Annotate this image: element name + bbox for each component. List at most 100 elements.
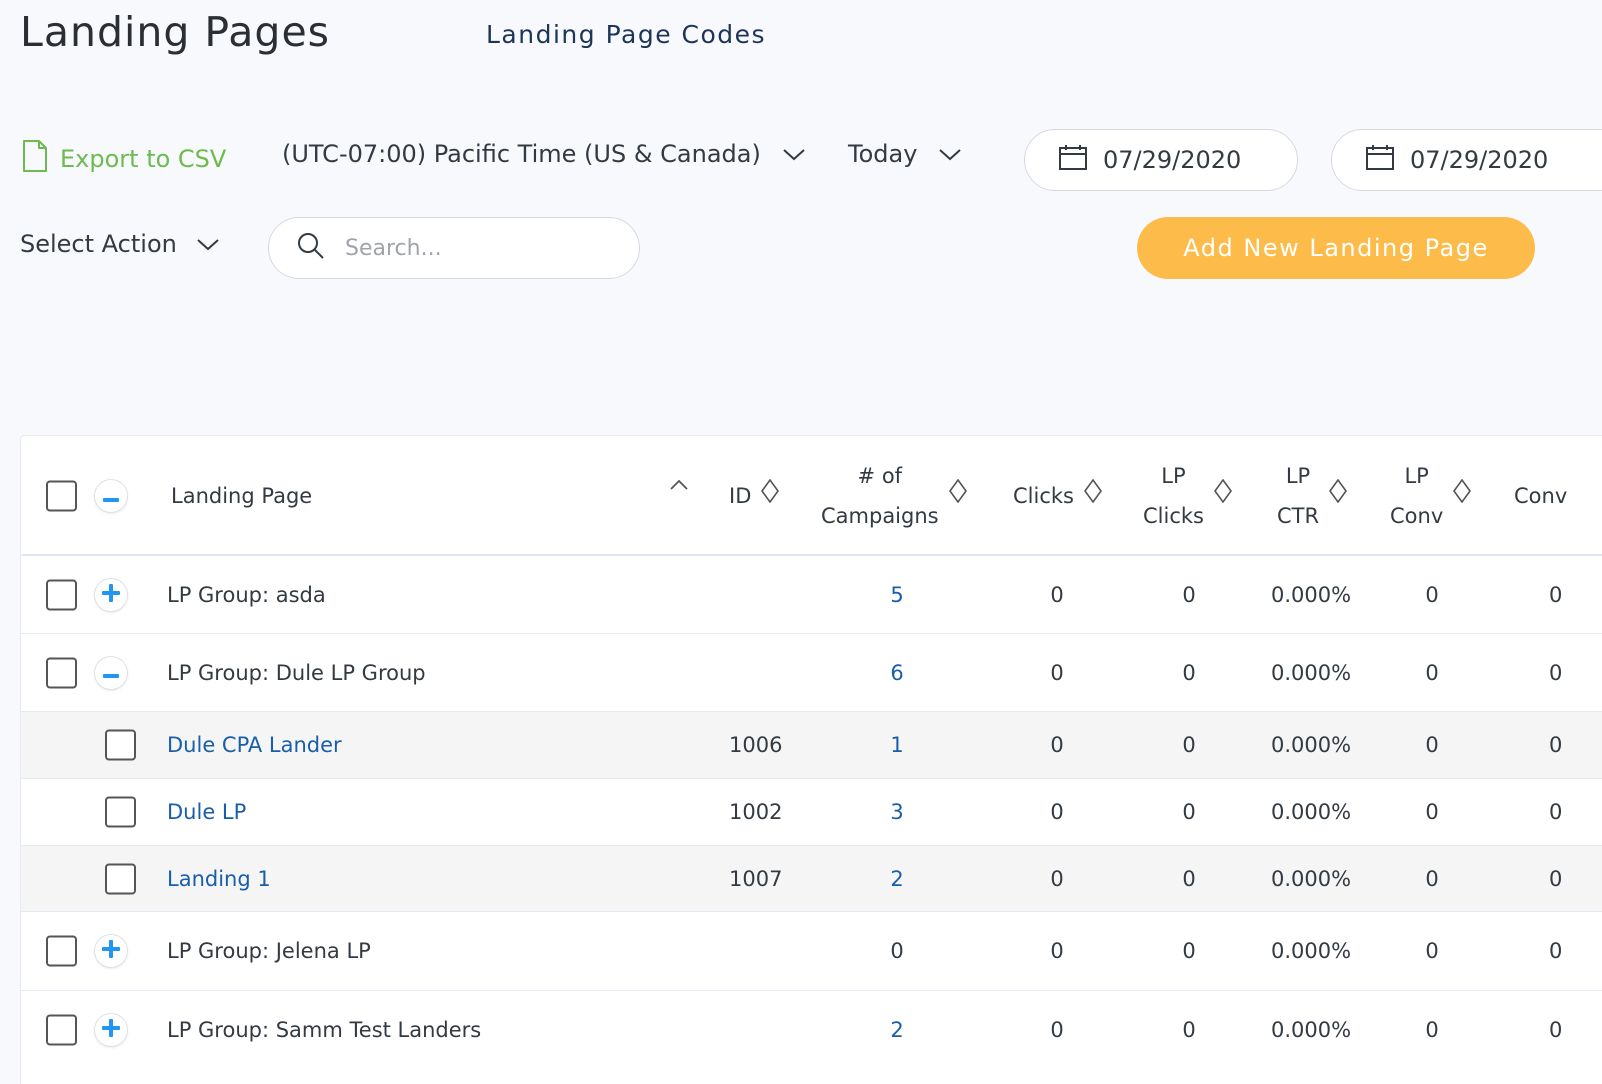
chevron-down-icon bbox=[783, 140, 805, 168]
sort-asc-icon[interactable] bbox=[669, 478, 689, 490]
select-action-dropdown[interactable]: Select Action bbox=[20, 230, 219, 258]
conv: 0 bbox=[1549, 866, 1563, 891]
conv: 0 bbox=[1549, 800, 1563, 824]
sort-icon bbox=[1213, 476, 1232, 516]
column-header-lp-ctr[interactable]: LP CTR bbox=[1277, 456, 1348, 536]
column-header-conv[interactable]: Conv bbox=[1514, 476, 1567, 516]
table-row[interactable]: LP Group: Jelena LP 0 0 0 0.000% 0 0 bbox=[21, 912, 1602, 991]
export-label: Export to CSV bbox=[60, 145, 227, 173]
timezone-value: (UTC-07:00) Pacific Time (US & Canada) bbox=[282, 140, 761, 168]
conv: 0 bbox=[1549, 660, 1563, 685]
landing-page-id: 1006 bbox=[729, 733, 783, 757]
campaigns-count[interactable]: 5 bbox=[857, 583, 937, 607]
lp-ctr: 0.000% bbox=[1271, 800, 1352, 824]
column-header-clicks[interactable]: Clicks bbox=[1013, 476, 1102, 516]
search-input[interactable] bbox=[345, 235, 615, 261]
table-row[interactable]: LP Group: asda 5 0 0 0.000% 0 0 bbox=[21, 556, 1602, 634]
row-checkbox[interactable] bbox=[105, 729, 136, 761]
campaigns-count[interactable]: 6 bbox=[857, 661, 937, 685]
campaigns-count[interactable]: 1 bbox=[857, 733, 937, 757]
campaigns-count[interactable]: 2 bbox=[857, 867, 937, 891]
date-from-value: 07/29/2020 bbox=[1103, 146, 1242, 174]
campaigns-count: 0 bbox=[890, 939, 904, 963]
date-to-picker[interactable]: 07/29/2020 bbox=[1331, 129, 1602, 191]
lp-clicks: 0 bbox=[1182, 733, 1196, 757]
lp-clicks: 0 bbox=[1182, 866, 1196, 891]
conv: 0 bbox=[1549, 939, 1563, 963]
lp-ctr: 0.000% bbox=[1271, 1018, 1352, 1042]
conv: 0 bbox=[1549, 582, 1563, 607]
select-action-label: Select Action bbox=[20, 230, 177, 258]
minus-icon bbox=[103, 663, 119, 682]
search-box[interactable] bbox=[268, 217, 640, 279]
table-row-child[interactable]: Landing 1 1007 2 0 0 0.000% 0 0 bbox=[21, 846, 1602, 912]
chevron-down-icon bbox=[197, 230, 219, 258]
row-checkbox[interactable] bbox=[105, 796, 136, 828]
date-range-dropdown[interactable]: Today bbox=[848, 140, 962, 168]
chevron-down-icon bbox=[939, 140, 962, 168]
clicks: 0 bbox=[1050, 582, 1064, 607]
column-header-lp-conv[interactable]: LP Conv bbox=[1390, 456, 1472, 536]
lp-ctr: 0.000% bbox=[1271, 582, 1352, 607]
lp-clicks: 0 bbox=[1182, 800, 1196, 824]
plus-icon bbox=[102, 1019, 120, 1041]
lp-conv: 0 bbox=[1425, 733, 1439, 757]
campaigns-count[interactable]: 2 bbox=[857, 1018, 937, 1042]
sort-icon bbox=[1453, 476, 1472, 516]
table-row-child[interactable]: Dule LP 1002 3 0 0 0.000% 0 0 bbox=[21, 779, 1602, 846]
lp-conv: 0 bbox=[1425, 582, 1439, 607]
plus-icon bbox=[102, 583, 120, 606]
expand-toggle[interactable] bbox=[95, 1014, 127, 1046]
export-csv-button[interactable]: Export to CSV bbox=[22, 140, 226, 178]
row-checkbox[interactable] bbox=[46, 579, 77, 610]
date-from-picker[interactable]: 07/29/2020 bbox=[1024, 129, 1298, 191]
lp-clicks: 0 bbox=[1182, 939, 1196, 963]
row-checkbox[interactable] bbox=[46, 935, 77, 967]
table-header: Landing Page ID # of Campaigns Clicks LP C… bbox=[21, 436, 1602, 556]
calendar-icon bbox=[1366, 144, 1394, 176]
timezone-dropdown[interactable]: (UTC-07:00) Pacific Time (US & Canada) bbox=[282, 140, 805, 168]
search-icon bbox=[297, 232, 325, 264]
landing-page-name: LP Group: Samm Test Landers bbox=[167, 1018, 482, 1042]
row-checkbox[interactable] bbox=[105, 863, 136, 894]
page-title: Landing Pages bbox=[20, 8, 331, 56]
lp-ctr: 0.000% bbox=[1271, 733, 1352, 757]
landing-page-name: LP Group: Dule LP Group bbox=[167, 660, 426, 685]
select-all-checkbox[interactable] bbox=[46, 480, 77, 512]
date-range-value: Today bbox=[848, 140, 918, 168]
expand-toggle[interactable] bbox=[95, 578, 127, 611]
campaigns-count[interactable]: 3 bbox=[857, 800, 937, 824]
lp-conv: 0 bbox=[1425, 939, 1439, 963]
table-row-child[interactable]: Dule CPA Lander 1006 1 0 0 0.000% 0 0 bbox=[21, 712, 1602, 779]
sort-icon bbox=[948, 476, 967, 516]
table-row[interactable]: LP Group: Dule LP Group 6 0 0 0.000% 0 0 bbox=[21, 634, 1602, 712]
lp-ctr: 0.000% bbox=[1271, 660, 1352, 685]
column-header-lp-clicks[interactable]: LP Clicks bbox=[1143, 456, 1232, 536]
row-checkbox[interactable] bbox=[46, 1014, 77, 1046]
landing-page-link[interactable]: Dule CPA Lander bbox=[167, 733, 342, 757]
clicks: 0 bbox=[1050, 733, 1064, 757]
landing-page-name: LP Group: Jelena LP bbox=[167, 939, 371, 963]
landing-page-link[interactable]: Dule LP bbox=[167, 800, 246, 824]
column-header-campaigns[interactable]: # of Campaigns bbox=[821, 456, 967, 536]
conv: 0 bbox=[1549, 733, 1563, 757]
expand-toggle[interactable] bbox=[95, 935, 127, 967]
landing-page-id: 1002 bbox=[729, 800, 783, 824]
sort-icon bbox=[761, 476, 780, 516]
landing-page-codes-link[interactable]: Landing Page Codes bbox=[486, 20, 766, 49]
date-to-value: 07/29/2020 bbox=[1410, 146, 1549, 174]
add-new-landing-page-button[interactable]: Add New Landing Page bbox=[1137, 217, 1535, 279]
lp-clicks: 0 bbox=[1182, 1018, 1196, 1042]
clicks: 0 bbox=[1050, 939, 1064, 963]
table-row[interactable]: LP Group: Samm Test Landers 2 0 0 0.000%… bbox=[21, 991, 1602, 1069]
landing-page-link[interactable]: Landing 1 bbox=[167, 867, 271, 891]
clicks: 0 bbox=[1050, 660, 1064, 685]
column-header-landing-page[interactable]: Landing Page bbox=[171, 476, 312, 516]
collapse-all-toggle[interactable] bbox=[95, 480, 127, 512]
lp-conv: 0 bbox=[1425, 866, 1439, 891]
row-checkbox[interactable] bbox=[46, 657, 77, 688]
collapse-toggle[interactable] bbox=[95, 656, 127, 689]
sort-icon bbox=[1083, 476, 1102, 516]
column-header-id[interactable]: ID bbox=[729, 476, 780, 516]
file-icon bbox=[22, 140, 48, 178]
